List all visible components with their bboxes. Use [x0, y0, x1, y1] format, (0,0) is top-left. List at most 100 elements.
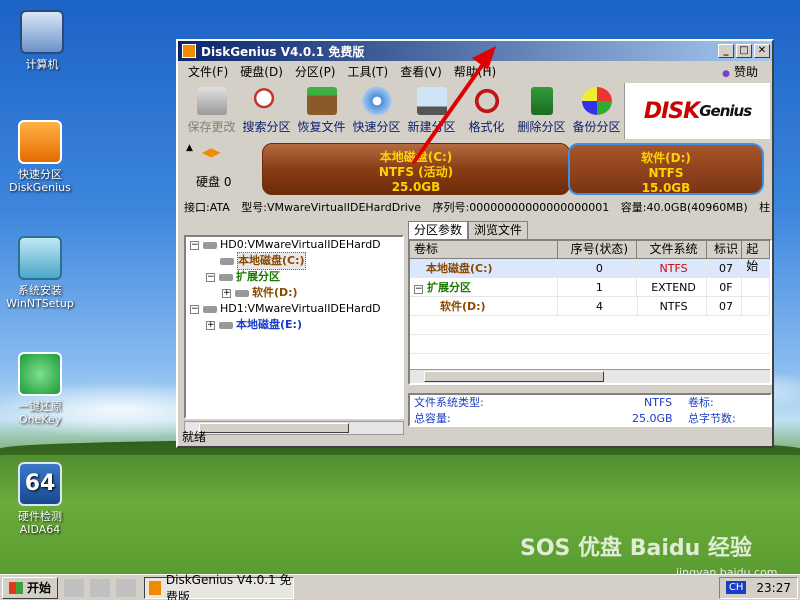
- collapse-icon[interactable]: −: [206, 272, 215, 282]
- collapse-icon[interactable]: −: [190, 240, 199, 250]
- desktop-icon-computer[interactable]: 计算机: [4, 10, 80, 71]
- window-title: DiskGenius V4.0.1 免费版: [201, 44, 365, 59]
- recover-icon: [306, 87, 337, 115]
- maximize-button[interactable]: □: [736, 44, 752, 58]
- interface-text: 接口:ATA: [184, 201, 230, 214]
- expand-icon[interactable]: +: [206, 320, 215, 330]
- row-seq: 4: [558, 297, 638, 315]
- desktop-icon-label: 快速分区 DiskGenius: [9, 168, 71, 194]
- table-row[interactable]: − 扩展分区 1 EXTEND 0F: [410, 278, 770, 297]
- tree-node-label: 软件(D:): [252, 286, 298, 299]
- header-volume[interactable]: 卷标: [410, 241, 559, 259]
- computer-icon: [20, 10, 64, 54]
- setup-icon: [18, 236, 62, 280]
- tree-node-e[interactable]: + 本地磁盘(E:): [186, 317, 402, 333]
- printer-quick-icon[interactable]: [116, 578, 137, 597]
- sponsor-link[interactable]: 赞助: [716, 63, 772, 80]
- row-volume: 扩展分区: [427, 281, 471, 294]
- tree-node-label: 本地磁盘(E:): [236, 318, 302, 331]
- close-button[interactable]: ✕: [754, 44, 770, 58]
- tab-browse-files[interactable]: 浏览文件: [468, 221, 529, 239]
- collapse-icon[interactable]: −: [414, 285, 423, 294]
- total-bytes-label: 总字节数:: [688, 412, 736, 425]
- disk-icon: [361, 87, 392, 115]
- recover-files-button[interactable]: 恢复文件: [294, 83, 349, 139]
- desktop-icon-winntsetup[interactable]: 系统安装 WinNTSetup: [2, 236, 78, 310]
- header-start[interactable]: 起始: [742, 241, 770, 273]
- disk-tree: − HD0:VMwareVirtualIDEHardD 本地磁盘(C:) − 扩…: [184, 235, 404, 419]
- tree-node-hd1[interactable]: − HD1:VMwareVirtualIDEHardD: [186, 301, 402, 317]
- tree-node-label: 本地磁盘(C:): [237, 252, 306, 270]
- tree-node-label: HD1:VMwareVirtualIDEHardD: [220, 302, 381, 315]
- row-start: [742, 297, 770, 315]
- tab-partition-params[interactable]: 分区参数: [408, 221, 469, 239]
- disk-nav-arrows[interactable]: ◀▶: [202, 145, 220, 159]
- menu-file[interactable]: 文件(F): [182, 63, 234, 80]
- menu-partition[interactable]: 分区(P): [289, 63, 342, 80]
- search-partition-button[interactable]: 搜索分区: [239, 83, 294, 139]
- minimize-button[interactable]: _: [718, 44, 734, 58]
- header-seq[interactable]: 序号(状态): [558, 241, 638, 259]
- tool-label: 删除分区: [517, 120, 566, 134]
- diskgenius-icon: [18, 120, 62, 164]
- volume-label: 卷标:: [688, 396, 714, 409]
- partition-block-d[interactable]: 软件(D:) NTFS 15.0GB: [568, 143, 764, 195]
- menu-tools[interactable]: 工具(T): [342, 63, 395, 80]
- desktop-icon-label: 系统安装 WinNTSetup: [6, 284, 74, 310]
- ime-indicator[interactable]: CH: [725, 581, 747, 594]
- tool-label: 备份分区: [572, 120, 621, 134]
- total-label: 总容量:: [414, 412, 451, 425]
- app-icon: [182, 44, 196, 58]
- backup-icon: [581, 87, 612, 115]
- row-fs: EXTEND: [637, 278, 707, 296]
- expand-icon[interactable]: +: [222, 288, 231, 298]
- tree-node-d[interactable]: + 软件(D:): [186, 285, 402, 301]
- header-id[interactable]: 标识: [706, 241, 743, 259]
- tool-label: 搜索分区: [242, 120, 291, 134]
- tree-node-extended[interactable]: − 扩展分区: [186, 269, 402, 285]
- table-row: [410, 316, 770, 335]
- scrollbar-thumb[interactable]: [424, 371, 604, 382]
- table-horizontal-scrollbar[interactable]: [410, 369, 770, 383]
- row-start: [742, 278, 770, 296]
- start-button[interactable]: 开始: [2, 576, 59, 599]
- row-seq: 1: [558, 278, 638, 296]
- partition-name: 软件(D:): [641, 151, 691, 165]
- clock[interactable]: 23:27: [756, 581, 791, 595]
- row-volume: 软件(D:): [440, 300, 486, 313]
- table-row[interactable]: 软件(D:) 4 NTFS 07: [410, 297, 770, 316]
- cylinder-text: 柱: [759, 201, 771, 214]
- row-fs: NTFS: [638, 297, 707, 315]
- fs-type-label: 文件系统类型:: [414, 396, 484, 409]
- backup-partition-button[interactable]: 备份分区: [569, 83, 624, 139]
- drive-quick-icon[interactable]: [90, 578, 111, 597]
- partition-summary: 文件系统类型: NTFS 卷标: 总容量: 25.0GB 总字节数:: [408, 393, 772, 427]
- quick-partition-button[interactable]: 快速分区: [349, 83, 404, 139]
- save-changes-button[interactable]: 保存更改: [184, 83, 239, 139]
- capacity-text: 容量:40.0GB(40960MB): [620, 201, 748, 214]
- desktop-icon-aida64[interactable]: 64 硬件检测 AIDA64: [2, 462, 78, 536]
- tree-node-label: 扩展分区: [236, 270, 280, 283]
- magnifier-icon: [251, 87, 282, 115]
- tool-label: 恢复文件: [297, 120, 346, 134]
- save-icon: [196, 87, 227, 115]
- taskbar-diskgenius[interactable]: DiskGenius V4.0.1 免费版: [144, 573, 295, 600]
- tool-label: 保存更改: [187, 120, 236, 134]
- status-bar: 就绪: [180, 429, 772, 446]
- harddisk-icon: [203, 241, 217, 249]
- header-fs[interactable]: 文件系统: [637, 241, 707, 259]
- pin-icon: ▲: [186, 143, 193, 153]
- menu-disk[interactable]: 硬盘(D): [234, 63, 289, 80]
- desktop-icon-onekey[interactable]: 一键还原 OneKey: [2, 352, 78, 426]
- annotation-arrow-icon: [412, 46, 496, 164]
- collapse-icon[interactable]: −: [190, 304, 199, 314]
- tree-node-c[interactable]: 本地磁盘(C:): [186, 252, 402, 270]
- app-icon: [149, 580, 161, 595]
- desktop-icon-diskgenius[interactable]: 快速分区 DiskGenius: [2, 120, 78, 194]
- tool-label: 快速分区: [352, 120, 401, 134]
- delete-partition-button[interactable]: 删除分区: [514, 83, 569, 139]
- explorer-quick-icon[interactable]: [64, 578, 85, 597]
- table-header: 卷标 序号(状态) 文件系统 标识 起始: [410, 241, 770, 273]
- tree-node-hd0[interactable]: − HD0:VMwareVirtualIDEHardD: [186, 237, 402, 253]
- table-row[interactable]: 本地磁盘(C:) 0 NTFS 07: [410, 259, 770, 278]
